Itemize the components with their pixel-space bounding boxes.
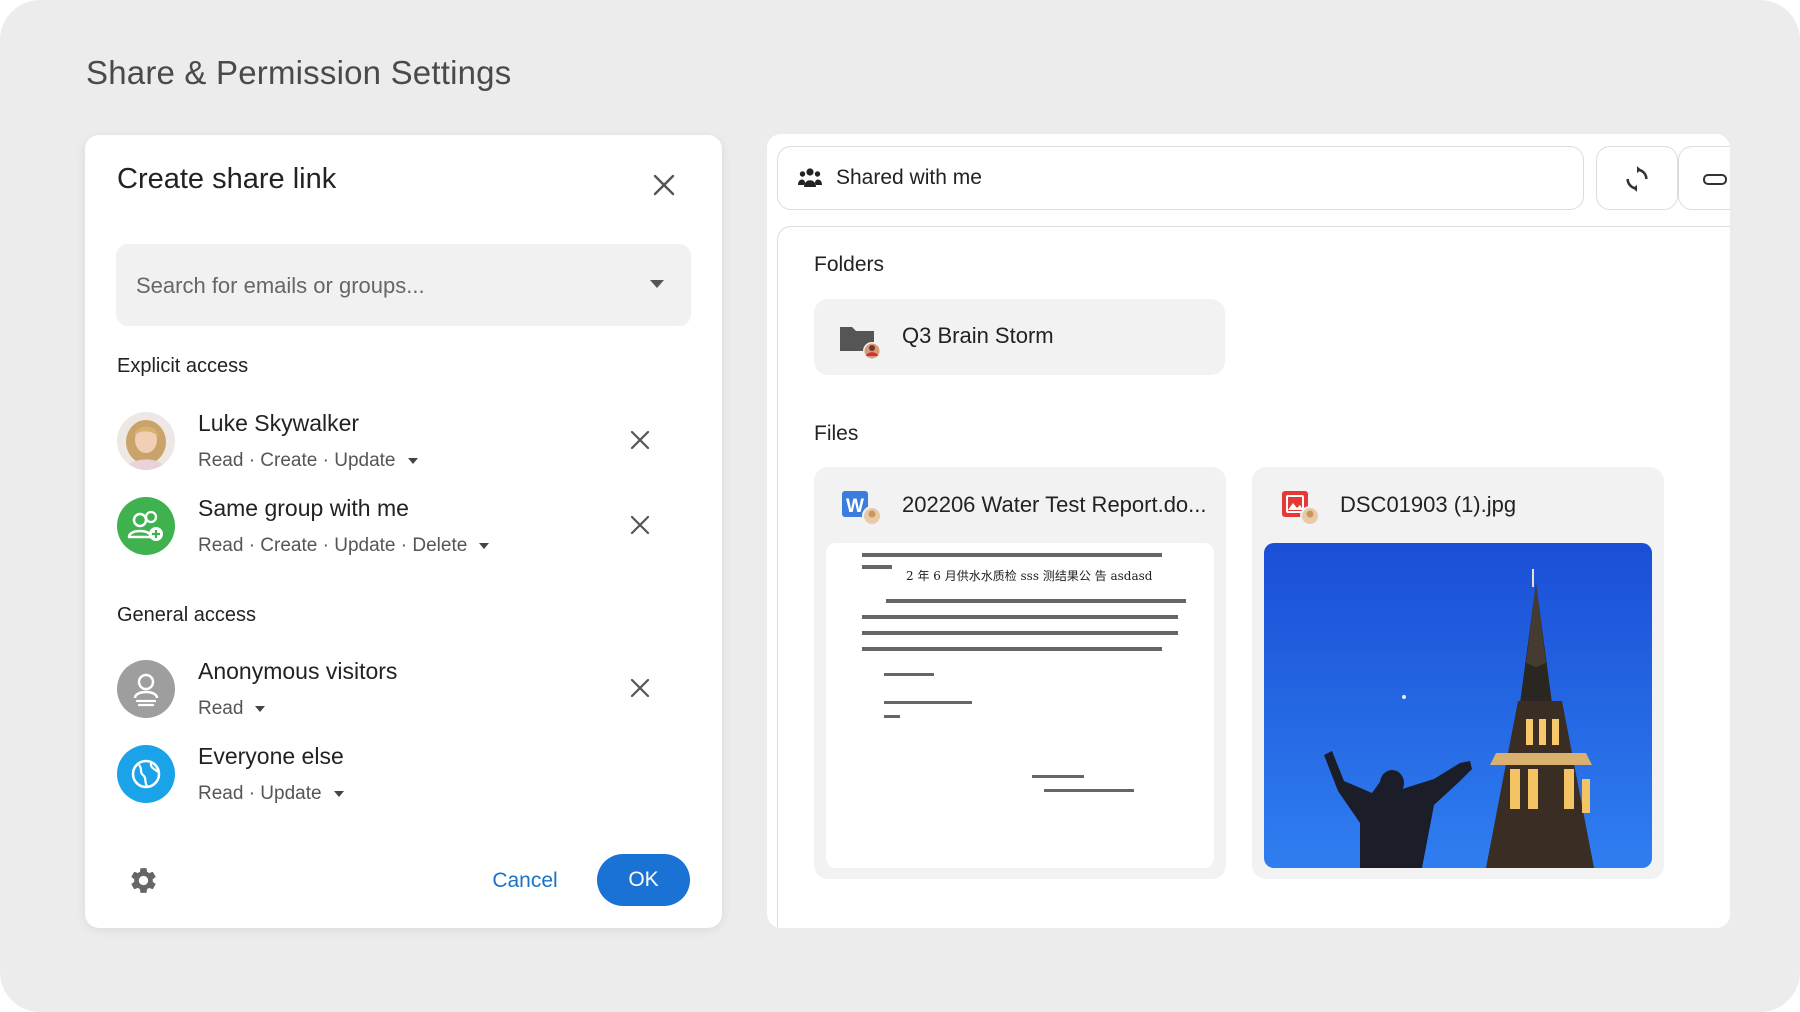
search-input[interactable] [134, 266, 618, 306]
document-preview-heading: 2 年 6 月供水水质检 sss 测结果公 告 asdasd [906, 569, 1153, 583]
gear-icon[interactable] [128, 865, 159, 896]
person-name: Same group with me [198, 495, 409, 521]
remove-icon[interactable] [628, 428, 652, 452]
shared-panel: Shared with me Folders Q3 Brain Storm Fi… [767, 134, 1730, 928]
app-frame: Share & Permission Settings Create share… [0, 0, 1800, 1012]
access-row: Luke Skywalker Read · Create · Update [117, 410, 687, 476]
file-card[interactable]: W 202206 Water Test Report.do... 2 年 6 月… [814, 467, 1226, 879]
permission-dropdown[interactable]: Read · Create · Update [198, 450, 418, 472]
permission-dropdown[interactable]: Read [198, 698, 266, 720]
ok-button[interactable]: OK [597, 854, 690, 906]
close-icon[interactable] [648, 169, 680, 201]
permission-dropdown[interactable]: Read · Create · Update · Delete [198, 535, 490, 557]
permission-text: Read · Create · Update [198, 450, 396, 471]
person-name: Anonymous visitors [198, 658, 398, 684]
view-toggle-button[interactable] [1678, 146, 1730, 210]
globe-icon [117, 745, 175, 803]
page-title: Share & Permission Settings [86, 54, 512, 91]
person-name: Luke Skywalker [198, 410, 360, 436]
word-document-icon: W [842, 487, 884, 527]
files-heading: Files [814, 422, 859, 445]
avatar [117, 412, 175, 470]
search-field[interactable] [116, 244, 691, 326]
remove-icon[interactable] [628, 676, 652, 700]
general-access-heading: General access [117, 604, 256, 626]
shared-content: Folders Q3 Brain Storm Files W 202206 Wa… [777, 226, 1730, 928]
image-file-icon [1280, 487, 1322, 527]
caret-down-icon [479, 542, 490, 549]
people-icon [798, 167, 822, 189]
explicit-access-heading: Explicit access [117, 355, 249, 377]
image-preview [1264, 543, 1652, 868]
access-row: Anonymous visitors Read [117, 658, 687, 724]
access-row: Same group with me Read · Create · Updat… [117, 495, 687, 561]
cancel-button[interactable]: Cancel [490, 856, 560, 906]
document-preview: 2 年 6 月供水水质检 sss 测结果公 告 asdasd [826, 543, 1214, 868]
permission-text: Read [198, 698, 244, 719]
permission-dropdown[interactable]: Read · Update [198, 783, 344, 805]
refresh-icon [1626, 166, 1648, 192]
permission-text: Read · Create · Update · Delete [198, 535, 468, 556]
svg-text:W: W [846, 496, 864, 517]
person-name: Everyone else [198, 743, 344, 769]
folder-card[interactable]: Q3 Brain Storm [814, 299, 1225, 375]
file-name: DSC01903 (1).jpg [1340, 492, 1517, 517]
refresh-button[interactable] [1596, 146, 1678, 210]
panel-header: Shared with me [777, 146, 1584, 210]
anonymous-icon [117, 660, 175, 718]
remove-icon[interactable] [628, 513, 652, 537]
caret-down-icon [407, 457, 418, 464]
panel-title: Shared with me [836, 166, 982, 189]
folders-heading: Folders [814, 253, 885, 276]
dialog-title: Create share link [117, 163, 337, 195]
shared-folder-icon [840, 323, 884, 366]
chevron-down-icon[interactable] [650, 280, 664, 288]
caret-down-icon [333, 790, 344, 797]
access-row: Everyone else Read · Update [117, 743, 687, 809]
caret-down-icon [255, 705, 266, 712]
file-card[interactable]: DSC01903 (1).jpg [1252, 467, 1664, 879]
group-icon [117, 497, 175, 555]
file-name: 202206 Water Test Report.do... [902, 492, 1207, 517]
permission-text: Read · Update [198, 783, 322, 804]
view-toggle-icon [1703, 174, 1727, 185]
folder-name: Q3 Brain Storm [902, 323, 1054, 348]
share-dialog: Create share link Explicit access Luke S… [85, 135, 722, 928]
